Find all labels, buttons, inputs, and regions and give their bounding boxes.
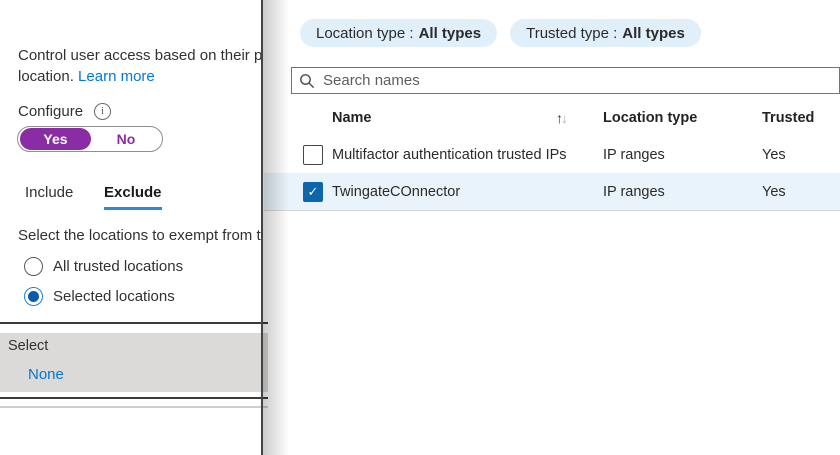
none-link[interactable]: None — [28, 366, 64, 383]
filter-value: All types — [622, 25, 685, 42]
configure-row: Configure i — [18, 103, 111, 120]
select-section-header: Select — [8, 338, 48, 354]
separator-light — [0, 406, 268, 408]
filter-trusted-type[interactable]: Trusted type : All types — [510, 19, 701, 47]
description-line-2: location. Learn more — [18, 66, 263, 87]
separator-top — [0, 322, 268, 324]
row-trusted: Yes — [762, 147, 786, 163]
location-condition-description: Control user access based on their physi… — [18, 45, 263, 87]
table-header: Name ↑↓ Location type Trusted — [264, 100, 840, 137]
row-name: TwingateCOnnector — [332, 184, 460, 200]
tab-include[interactable]: Include — [25, 184, 73, 201]
row-name: Multifactor authentication trusted IPs — [332, 147, 567, 163]
row-location-type: IP ranges — [603, 147, 665, 163]
column-header-name[interactable]: Name — [332, 110, 372, 126]
select-section: Select None — [0, 333, 268, 392]
search-icon — [299, 73, 315, 89]
row-location-type: IP ranges — [603, 184, 665, 200]
filter-pills: Location type : All types Trusted type :… — [300, 19, 701, 47]
exclude-instruction-text: Select the locations to exempt from the — [18, 227, 263, 244]
row-trusted: Yes — [762, 184, 786, 200]
row-checkbox-checked[interactable]: ✓ — [303, 182, 323, 202]
radio-selected-icon[interactable] — [24, 287, 43, 306]
configure-label: Configure — [18, 103, 83, 120]
search-box[interactable] — [291, 67, 840, 94]
table-row[interactable]: ✓ TwingateCOnnector IP ranges Yes — [264, 173, 840, 211]
configure-yes-button[interactable]: Yes — [20, 128, 91, 150]
description-line-1: Control user access based on their physi… — [18, 45, 263, 66]
active-tab-underline — [104, 207, 162, 210]
info-icon[interactable]: i — [94, 103, 111, 120]
learn-more-link[interactable]: Learn more — [78, 68, 155, 85]
configure-yes-no-toggle: Yes No — [17, 126, 163, 152]
radio-label: All trusted locations — [53, 258, 183, 275]
table-row[interactable]: Multifactor authentication trusted IPs I… — [264, 136, 840, 174]
column-header-trusted: Trusted — [762, 110, 814, 126]
configure-no-button[interactable]: No — [92, 128, 160, 150]
row-checkbox-unchecked[interactable] — [303, 145, 323, 165]
radio-selected-locations[interactable]: Selected locations — [24, 285, 175, 307]
sort-arrows-icon[interactable]: ↑↓ — [556, 110, 566, 126]
conditional-access-locations-screen: Control user access based on their physi… — [0, 0, 840, 455]
search-input[interactable] — [321, 71, 832, 90]
column-header-location-type: Location type — [603, 110, 697, 126]
radio-unselected-icon[interactable] — [24, 257, 43, 276]
filter-location-type[interactable]: Location type : All types — [300, 19, 497, 47]
filter-value: All types — [419, 25, 482, 42]
blade-divider — [261, 0, 263, 455]
filter-label: Trusted type : — [526, 25, 617, 42]
tab-exclude[interactable]: Exclude — [104, 184, 162, 201]
radio-all-trusted-locations[interactable]: All trusted locations — [24, 255, 183, 277]
separator-bottom — [0, 397, 268, 399]
filter-label: Location type : — [316, 25, 414, 42]
radio-label: Selected locations — [53, 288, 175, 305]
